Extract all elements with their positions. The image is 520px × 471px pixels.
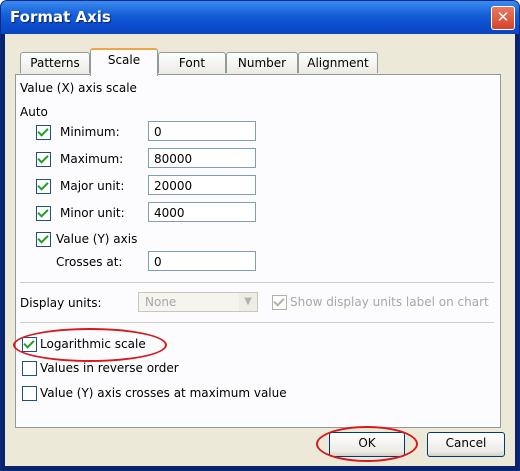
display-units-label: Display units: bbox=[20, 296, 102, 310]
dialog-title: Format Axis bbox=[10, 8, 111, 26]
scale-panel: Value (X) axis scale Auto Minimum: 0 Max… bbox=[13, 74, 501, 428]
close-button[interactable]: ✕ bbox=[491, 6, 515, 30]
crosses-at-input[interactable]: 0 bbox=[148, 251, 256, 271]
show-units-label-checkbox[interactable] bbox=[272, 295, 287, 310]
minimum-auto-checkbox[interactable] bbox=[36, 125, 51, 140]
section-title: Value (X) axis scale bbox=[20, 81, 137, 95]
show-units-label-text: Show display units label on chart bbox=[290, 295, 489, 309]
tab-alignment[interactable]: Alignment bbox=[298, 52, 378, 73]
tab-scale[interactable]: Scale bbox=[90, 48, 158, 76]
highlight-ellipse-ok bbox=[316, 426, 418, 462]
minimum-input[interactable]: 0 bbox=[148, 121, 256, 141]
crosses-at-label: Crosses at: bbox=[56, 255, 123, 269]
reverse-order-label: Values in reverse order bbox=[40, 361, 179, 375]
major-unit-auto-checkbox[interactable] bbox=[36, 179, 51, 194]
display-units-select[interactable]: None ▼ bbox=[138, 292, 258, 312]
separator bbox=[20, 282, 494, 283]
tab-number[interactable]: Number bbox=[226, 52, 298, 73]
maximum-input[interactable]: 80000 bbox=[148, 148, 256, 168]
reverse-order-checkbox[interactable] bbox=[22, 361, 37, 376]
auto-label: Auto bbox=[20, 105, 48, 119]
display-units-value: None bbox=[145, 295, 177, 309]
major-unit-label: Major unit: bbox=[60, 179, 125, 193]
tab-font[interactable]: Font bbox=[158, 52, 226, 73]
maximum-auto-checkbox[interactable] bbox=[36, 152, 51, 167]
separator bbox=[20, 322, 494, 323]
highlight-ellipse-logarithmic bbox=[13, 328, 167, 362]
title-bar[interactable]: Format Axis ✕ bbox=[1, 1, 519, 34]
dialog-body: Patterns Scale Font Number Alignment Val… bbox=[5, 34, 515, 466]
major-unit-input[interactable]: 20000 bbox=[148, 175, 256, 195]
minor-unit-label: Minor unit: bbox=[60, 206, 125, 220]
crosses-max-checkbox[interactable] bbox=[22, 386, 37, 401]
chevron-down-icon: ▼ bbox=[239, 293, 257, 311]
minor-unit-auto-checkbox[interactable] bbox=[36, 206, 51, 221]
maximum-label: Maximum: bbox=[60, 152, 124, 166]
value-y-axis-checkbox[interactable] bbox=[36, 232, 51, 247]
minor-unit-input[interactable]: 4000 bbox=[148, 202, 256, 222]
cancel-button[interactable]: Cancel bbox=[427, 432, 505, 457]
minimum-label: Minimum: bbox=[60, 125, 120, 139]
crosses-max-label: Value (Y) axis crosses at maximum value bbox=[40, 386, 287, 400]
tab-patterns[interactable]: Patterns bbox=[20, 52, 90, 73]
close-icon: ✕ bbox=[496, 8, 510, 26]
value-y-axis-label: Value (Y) axis bbox=[56, 232, 138, 246]
format-axis-dialog: Format Axis ✕ Patterns Scale Font Number… bbox=[0, 0, 520, 471]
